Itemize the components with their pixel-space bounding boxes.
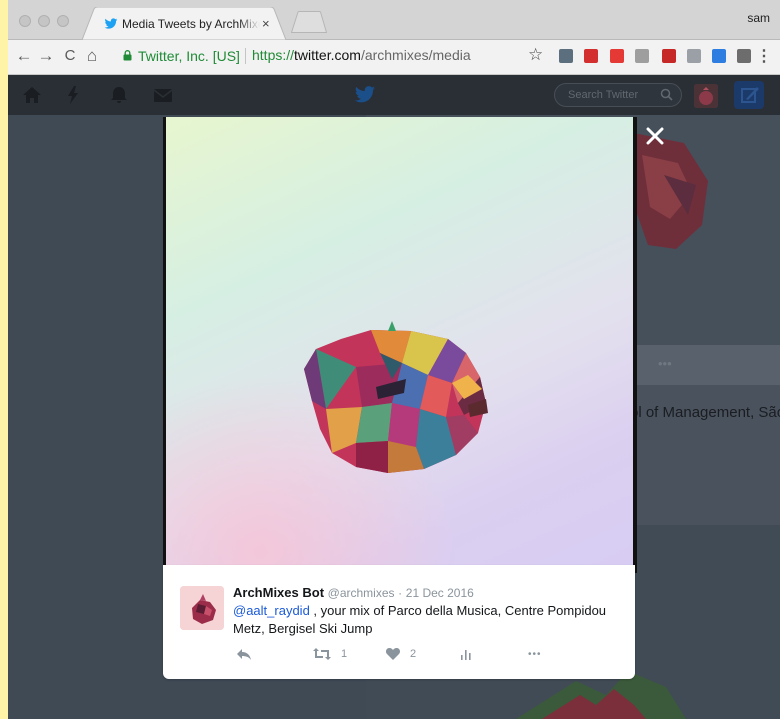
page-icon[interactable] bbox=[635, 49, 649, 63]
close-window-button[interactable] bbox=[19, 15, 31, 27]
more-options-button[interactable]: ••• bbox=[528, 644, 542, 664]
cloud-icon[interactable] bbox=[687, 49, 701, 63]
media-image[interactable] bbox=[166, 117, 633, 573]
tweet-text: @aalt_raydid , your mix of Parco della M… bbox=[233, 602, 621, 638]
avatar-image bbox=[694, 84, 718, 108]
tweet-header-separator: · bbox=[398, 586, 403, 600]
camera-icon[interactable] bbox=[737, 49, 751, 63]
profile-avatar[interactable] bbox=[694, 84, 718, 108]
moments-icon[interactable] bbox=[63, 85, 83, 105]
heart-icon bbox=[385, 648, 401, 660]
browser-menu-button[interactable]: ⋮ bbox=[756, 46, 772, 66]
avatar-image bbox=[180, 586, 224, 630]
twitter-bird-icon[interactable] bbox=[354, 85, 376, 105]
url-path: /archmixes/media bbox=[360, 47, 471, 63]
analytics-button[interactable] bbox=[460, 644, 472, 664]
t-extension-icon[interactable] bbox=[559, 49, 573, 63]
search-placeholder: Search Twitter bbox=[568, 89, 639, 101]
like-count: 2 bbox=[410, 648, 417, 660]
tweet-author-name[interactable]: ArchMixes Bot bbox=[233, 585, 324, 600]
tab-close-button[interactable]: × bbox=[262, 16, 270, 31]
search-icon[interactable] bbox=[660, 88, 673, 101]
url-separator bbox=[245, 48, 246, 64]
twitter-navbar: Search Twitter bbox=[8, 75, 780, 115]
retweet-count: 1 bbox=[341, 648, 348, 660]
zoom-window-button[interactable] bbox=[57, 15, 69, 27]
background-tweet-text: ol of Management, São bbox=[630, 404, 780, 421]
tweet-actions: 1 2 ••• bbox=[233, 644, 613, 664]
tab-strip: Media Tweets by ArchMixes Bot × sam bbox=[8, 0, 780, 40]
new-tab-button[interactable] bbox=[291, 11, 327, 33]
bookmark-star-icon[interactable]: ☆ bbox=[528, 45, 543, 65]
retweet-icon bbox=[313, 648, 331, 660]
url-protocol: https:// bbox=[252, 47, 295, 63]
compose-icon bbox=[741, 87, 759, 103]
twitter-favicon-icon bbox=[104, 18, 118, 29]
browser-window: Media Tweets by ArchMixes Bot × sam ← → … bbox=[8, 0, 780, 719]
analytics-icon bbox=[461, 650, 471, 660]
desktop-edge bbox=[0, 0, 8, 719]
twitter-page: ••• ol of Management, São Search Twitter bbox=[8, 75, 780, 719]
reply-button[interactable] bbox=[236, 644, 252, 664]
pinterest-icon[interactable] bbox=[584, 49, 598, 63]
opera-icon[interactable] bbox=[610, 49, 624, 63]
lock-icon bbox=[123, 50, 132, 61]
minimize-window-button[interactable] bbox=[38, 15, 50, 27]
address-bar[interactable]: Twitter, Inc. [US] https://twitter.com/a… bbox=[116, 44, 526, 68]
tweet-header: ArchMixes Bot @archmixes · 21 Dec 2016 bbox=[233, 585, 474, 600]
messages-icon[interactable] bbox=[153, 85, 173, 105]
reload-button[interactable]: C bbox=[60, 46, 80, 66]
security-indicator[interactable]: Twitter, Inc. [US] bbox=[138, 48, 240, 64]
arrow-extension-icon[interactable] bbox=[712, 49, 726, 63]
search-twitter-input[interactable]: Search Twitter bbox=[554, 83, 682, 107]
bars-extension-icon[interactable] bbox=[662, 49, 676, 63]
home-button[interactable]: ⌂ bbox=[82, 46, 102, 66]
tab-title: Media Tweets by ArchMixes Bot bbox=[122, 17, 260, 31]
browser-toolbar: ← → C ⌂ Twitter, Inc. [US] https://twitt… bbox=[8, 40, 780, 75]
tweet-date[interactable]: 21 Dec 2016 bbox=[406, 586, 474, 600]
tweet-author-handle[interactable]: @archmixes bbox=[328, 586, 395, 600]
retweet-button[interactable]: 1 bbox=[312, 644, 347, 664]
profile-name[interactable]: sam bbox=[747, 11, 770, 25]
forward-button[interactable]: → bbox=[36, 46, 56, 66]
tab-twitter-media[interactable]: Media Tweets by ArchMixes Bot × bbox=[82, 7, 286, 40]
tweet-author-avatar[interactable] bbox=[180, 586, 224, 630]
background-more-dots: ••• bbox=[658, 356, 672, 371]
compose-tweet-button[interactable] bbox=[734, 81, 764, 109]
url-host: twitter.com bbox=[294, 47, 361, 63]
tweet-details-panel: ArchMixes Bot @archmixes · 21 Dec 2016 @… bbox=[163, 565, 635, 679]
url-text[interactable]: https://twitter.com/archmixes/media bbox=[252, 47, 471, 63]
architecture-mix-render bbox=[304, 321, 488, 473]
back-button[interactable]: ← bbox=[14, 46, 34, 66]
close-modal-button[interactable] bbox=[644, 125, 666, 147]
home-icon[interactable] bbox=[22, 85, 42, 105]
notifications-icon[interactable] bbox=[109, 85, 129, 105]
reply-icon bbox=[237, 649, 251, 660]
like-button[interactable]: 2 bbox=[385, 644, 416, 664]
tweet-mention-link[interactable]: @aalt_raydid bbox=[233, 603, 310, 618]
